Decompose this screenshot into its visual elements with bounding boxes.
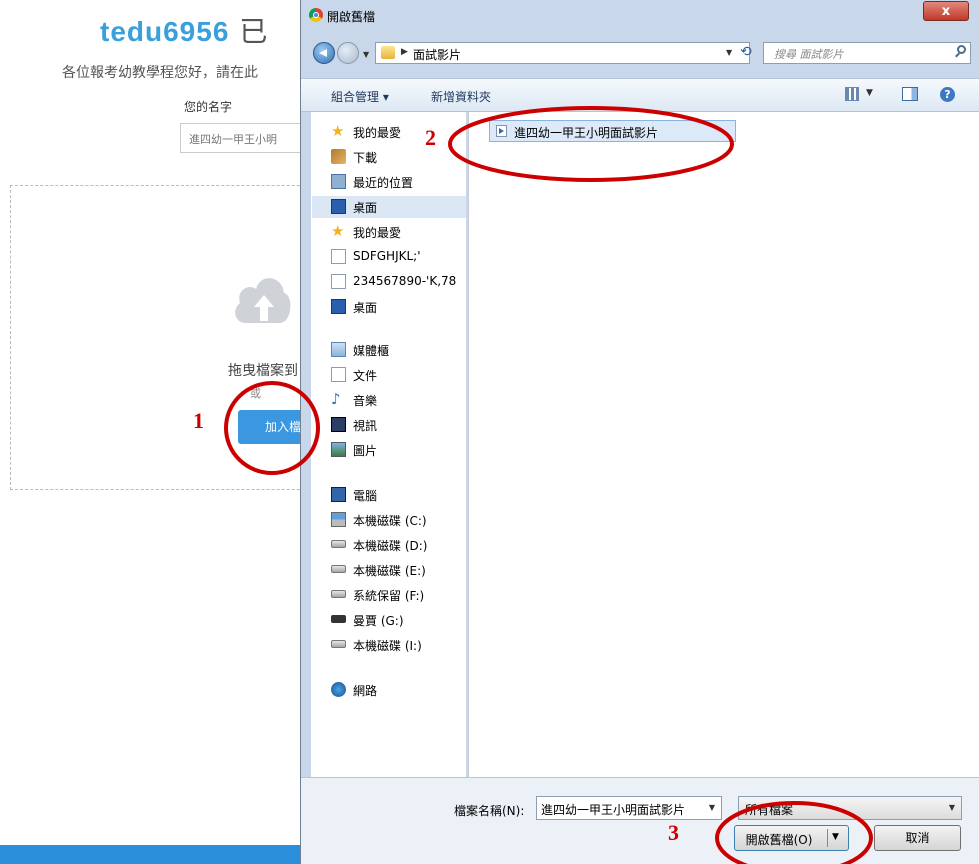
- annotation-ellipse-1: [224, 381, 320, 475]
- annotation-number-3: 3: [668, 820, 679, 845]
- annotation-number-2: 2: [425, 125, 436, 150]
- annotation-ellipse-2: [448, 106, 734, 182]
- annotation-ellipse-3: [715, 801, 873, 864]
- annotation-overlay: [224, 106, 873, 864]
- annotation-number-1: 1: [193, 408, 204, 433]
